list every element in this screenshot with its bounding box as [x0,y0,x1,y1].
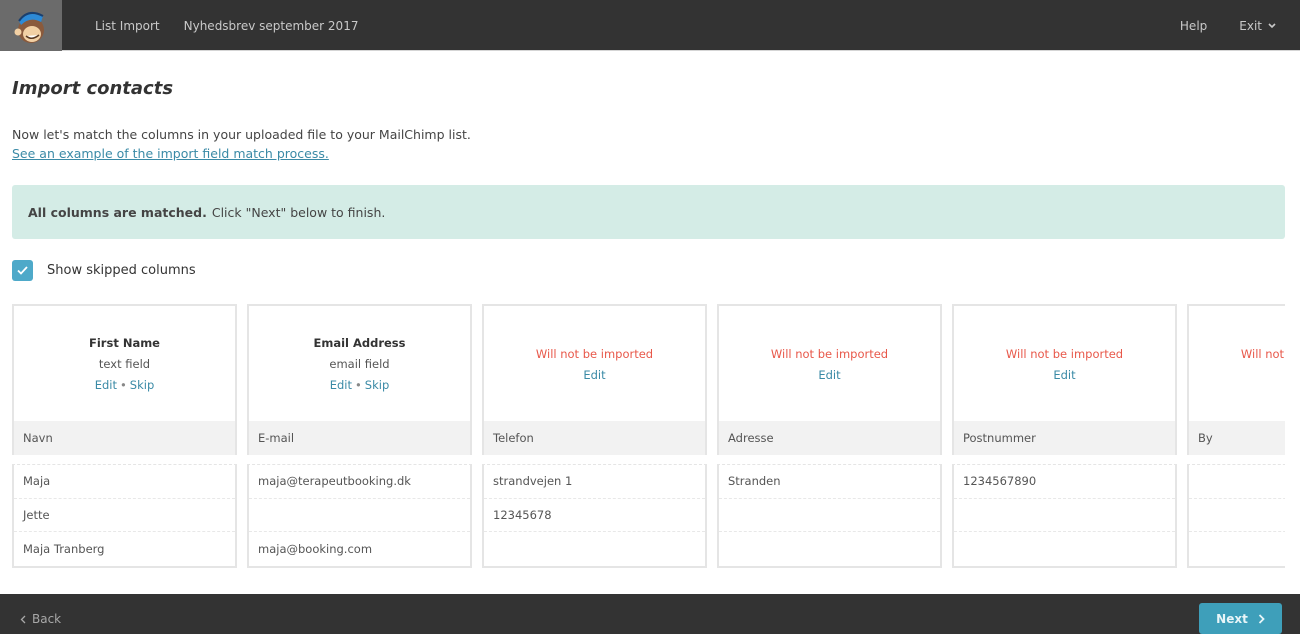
column-card: Will not be imported Edit Adresse Strand… [717,304,942,568]
preview-cell [1189,465,1285,499]
edit-link[interactable]: Edit [1053,368,1075,382]
field-type: email field [329,357,390,371]
preview-cell [484,532,705,566]
not-imported-warning: Will not be imported [1005,347,1124,361]
source-column-name: By [1189,421,1285,455]
skip-link[interactable]: Skip [130,378,154,392]
alert-text: Click "Next" below to finish. [211,204,386,220]
preview-cell: Maja [14,465,235,499]
back-label: Back [32,612,62,626]
show-skipped-toggle[interactable]: Show skipped columns [12,260,196,281]
column-preview [1187,464,1285,568]
chevron-left-icon [20,615,26,623]
separator-dot: • [355,378,362,392]
exit-menu[interactable]: Exit [1239,19,1276,33]
column-header: First Name text field Edit • Skip Navn [12,304,237,455]
chevron-down-icon [1268,22,1276,28]
edit-link[interactable]: Edit [95,378,117,392]
preview-cell [1189,499,1285,532]
column-preview: Maja Jette Maja Tranberg [12,464,237,568]
next-button[interactable]: Next [1199,603,1282,634]
column-header: Will not be imported Edit Telefon [482,304,707,455]
exit-label: Exit [1239,18,1262,33]
preview-cell: maja@booking.com [258,541,373,556]
not-imported-warning: Will not be imported [535,347,654,361]
field-name: First Name [89,336,160,350]
column-card: First Name text field Edit • Skip Navn Maj… [12,304,237,568]
edit-link[interactable]: Edit [818,368,840,382]
separator-dot: • [120,378,127,392]
help-link[interactable]: Help [1180,19,1207,33]
app-logo[interactable] [0,0,62,51]
show-skipped-label: Show skipped columns [47,263,196,278]
breadcrumb: List Import Nyhedsbrev september 2017 [95,0,358,51]
column-header: Will not be imported Edit Postnummer [952,304,1177,455]
preview-cell: maja@terapeutbooking.dk [249,465,470,499]
top-navigation-bar: List Import Nyhedsbrev september 2017 He… [0,0,1300,51]
column-header: Will not be imported Edit Adresse [717,304,942,455]
preview-cell [1189,532,1285,566]
preview-cell: strandvejen 1 [484,465,705,499]
header-actions: Help Exit [1180,0,1276,51]
source-column-name: E-mail [249,421,470,455]
not-imported-warning: Will not be imported [1240,347,1285,361]
preview-cell [719,532,940,566]
edit-link[interactable]: Edit [330,378,352,392]
source-column-name: Telefon [484,421,705,455]
edit-link[interactable]: Edit [583,368,605,382]
preview-cell: 12345678 [484,499,705,532]
column-card: Will not be imported Edit Telefon strand… [482,304,707,568]
alert-bold-text: All columns are matched. [28,204,207,220]
show-skipped-checkbox[interactable] [12,260,33,281]
breadcrumb-list-name[interactable]: Nyhedsbrev september 2017 [184,19,359,33]
column-card: Email Address email field Edit • Skip E-ma… [247,304,472,568]
breadcrumb-list-import[interactable]: List Import [95,19,160,33]
intro-text: Now let's match the columns in your uplo… [12,127,471,142]
preview-cell: Jette [14,499,235,532]
checkmark-icon [17,266,28,275]
intro-section: Now let's match the columns in your uplo… [12,125,471,163]
column-preview: maja@terapeutbooking.dk maja@booking.com [247,464,472,568]
preview-cell [249,499,470,532]
example-link[interactable]: See an example of the import field match… [12,144,329,163]
column-match-list: First Name text field Edit • Skip Navn Maj… [12,304,1285,568]
column-preview: 1234567890 [952,464,1177,568]
preview-cell: Maja Tranberg [23,541,105,556]
not-imported-warning: Will not be imported [770,347,889,361]
column-preview: strandvejen 1 12345678 [482,464,707,568]
page-title: Import contacts [12,78,174,99]
preview-cell [954,532,1175,566]
column-header: Email Address email field Edit • Skip E-ma… [247,304,472,455]
preview-cell [954,499,1175,532]
next-label: Next [1216,611,1248,626]
source-column-name: Adresse [719,421,940,455]
back-button[interactable]: Back [20,612,61,626]
column-preview: Stranden [717,464,942,568]
column-card: Will not be imported Edit Postnummer 123… [952,304,1177,568]
preview-cell: Stranden [719,465,940,499]
skip-link[interactable]: Skip [365,378,389,392]
mailchimp-logo-icon [14,11,44,43]
source-column-name: Postnummer [954,421,1175,455]
preview-cell [719,499,940,532]
footer-bar: Back Next [0,594,1300,634]
source-column-name: Navn [14,421,235,455]
success-alert: All columns are matched. Click "Next" be… [12,185,1285,239]
preview-cell: 1234567890 [954,465,1175,499]
column-card: Will not be imported Edit By [1187,304,1285,568]
field-type: text field [98,357,151,371]
field-name: Email Address [313,336,406,350]
chevron-right-icon [1258,613,1265,624]
column-header: Will not be imported Edit By [1187,304,1285,455]
